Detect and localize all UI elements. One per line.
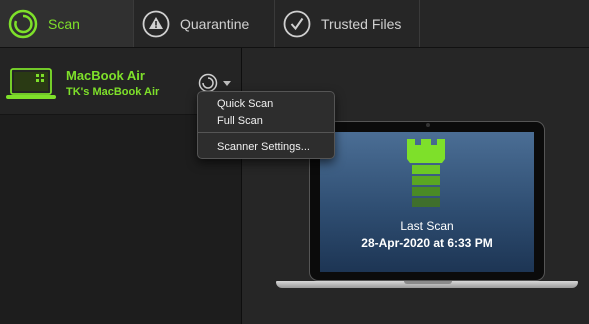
scan-icon	[8, 9, 38, 39]
tab-bar: Scan Quarantine Trusted Files	[0, 0, 589, 48]
scan-options-menu: Quick Scan Full Scan Scanner Settings...	[197, 91, 335, 159]
tab-quarantine-label: Quarantine	[180, 15, 250, 32]
warning-icon	[142, 10, 170, 38]
menu-item-quick-scan[interactable]: Quick Scan	[217, 98, 273, 110]
device-list-panel: MacBook Air TK's MacBook Air	[0, 48, 242, 324]
menu-item-scanner-settings[interactable]: Scanner Settings...	[217, 141, 310, 153]
tab-quarantine[interactable]: Quarantine	[134, 0, 275, 47]
menu-divider	[198, 132, 334, 133]
checkmark-icon	[283, 10, 311, 38]
chevron-down-icon[interactable]	[223, 81, 231, 86]
laptop-notch	[404, 281, 452, 284]
tab-trusted-files-label: Trusted Files	[321, 15, 402, 32]
castle-tower-icon	[405, 139, 447, 211]
last-scan-title: Last Scan	[400, 219, 454, 233]
tab-scan-label: Scan	[48, 15, 80, 32]
last-scan-date: 28-Apr-2020 at 6:33 PM	[361, 236, 493, 250]
scan-options-button[interactable]	[198, 73, 218, 93]
tab-trusted-files[interactable]: Trusted Files	[275, 0, 420, 47]
camera-dot	[426, 123, 430, 127]
tab-scan[interactable]: Scan	[0, 0, 134, 47]
laptop-icon	[6, 68, 56, 100]
menu-item-full-scan[interactable]: Full Scan	[217, 115, 263, 127]
device-name: MacBook Air	[66, 68, 145, 83]
device-owner: TK's MacBook Air	[66, 86, 160, 98]
